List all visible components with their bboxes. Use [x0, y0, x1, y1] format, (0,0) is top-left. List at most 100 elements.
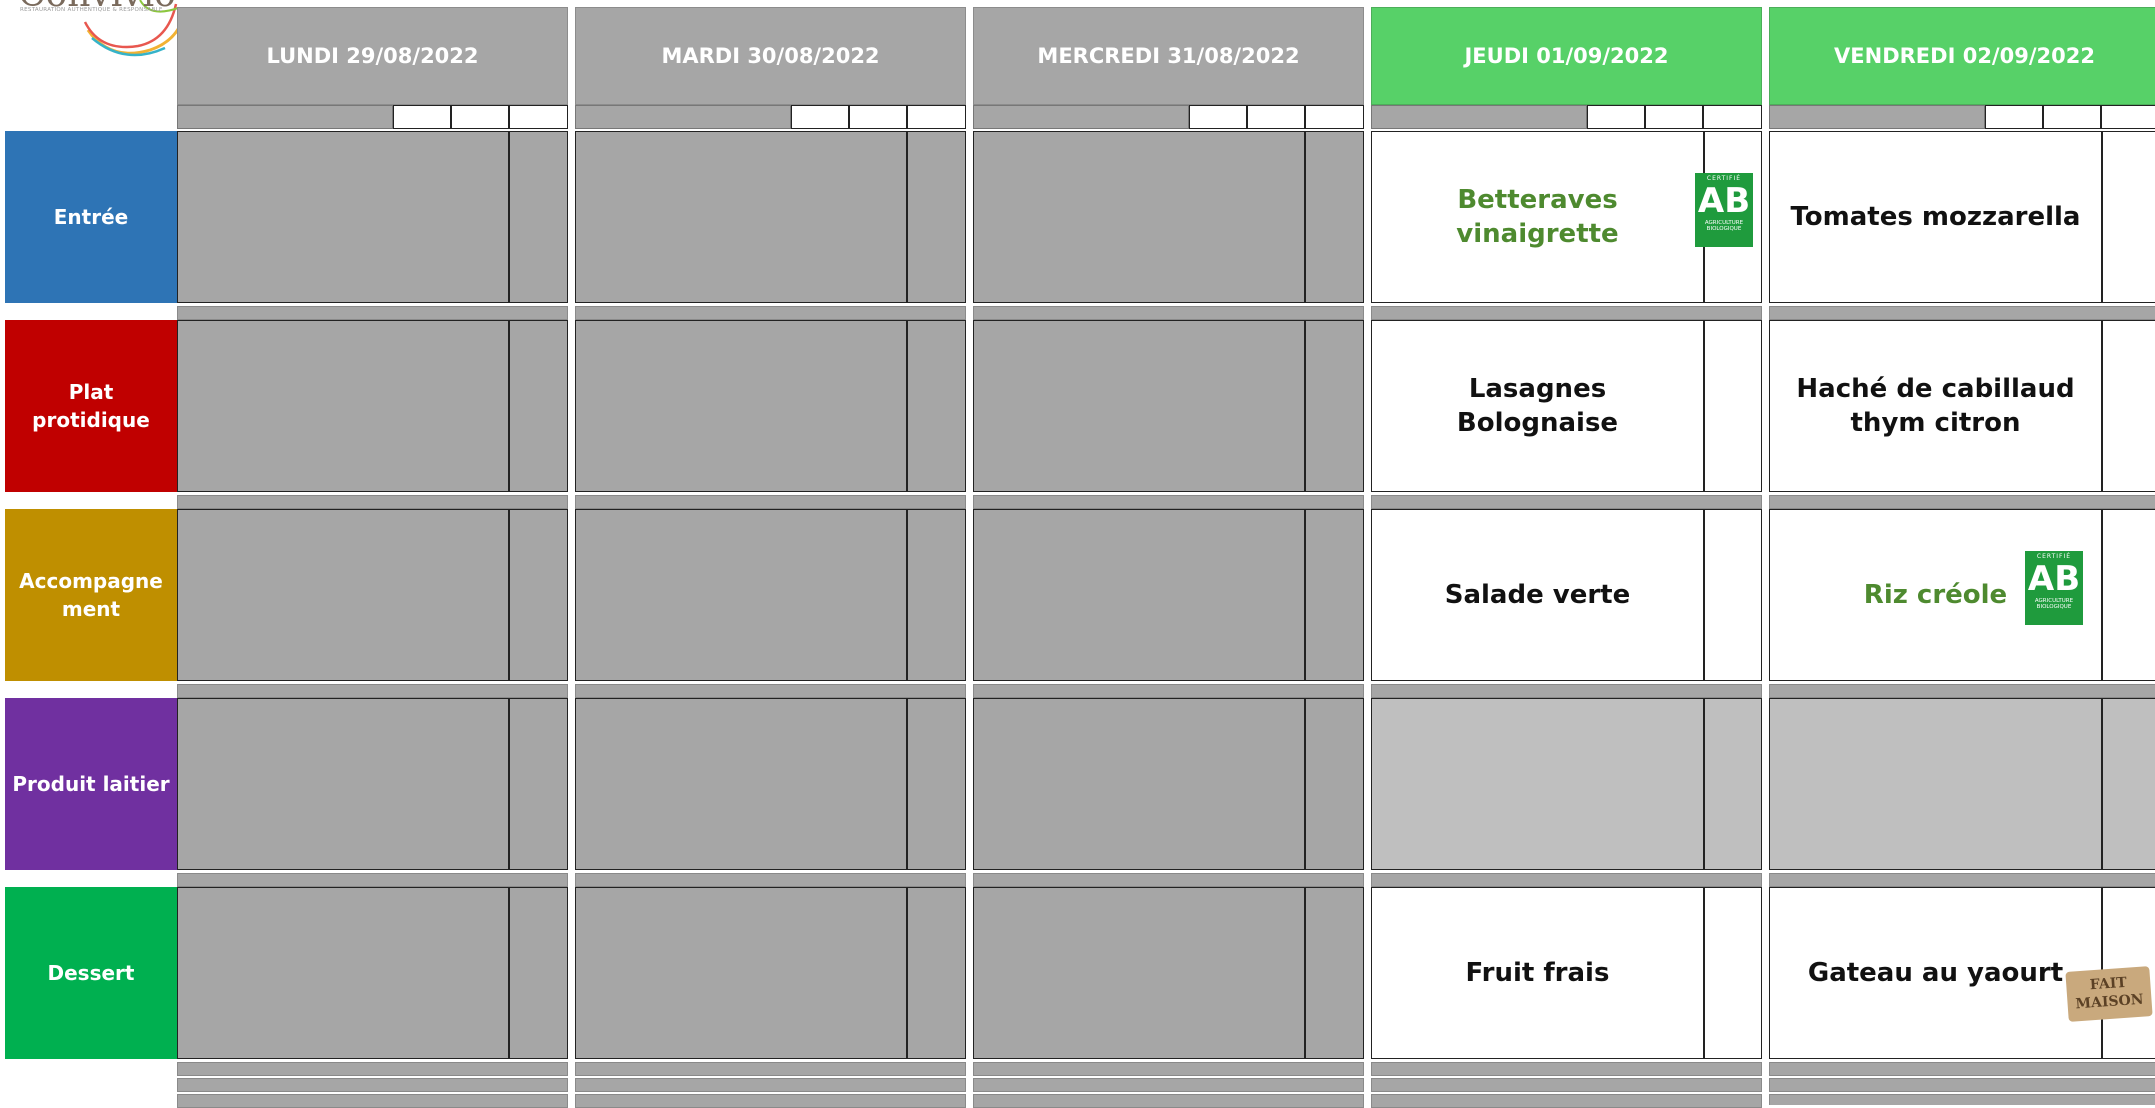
subheader-wednesday: [973, 105, 1189, 129]
subheader-box: [849, 105, 907, 129]
menu-item-dessert: Gateau au yaourt: [1769, 887, 2102, 1059]
subheader-box: [791, 105, 849, 129]
day-label: LUNDI 29/08/2022: [266, 44, 479, 68]
footer-strip: [1769, 1078, 2155, 1092]
subheader-box: [1645, 105, 1703, 129]
subheader-box: [2101, 105, 2155, 129]
menu-cell: [973, 131, 1305, 303]
subheader-box: [509, 105, 568, 129]
day-header-monday: LUNDI 29/08/2022: [177, 7, 568, 105]
row-separator: [1769, 306, 2155, 320]
menu-cell-side: [907, 509, 966, 681]
day-label: JEUDI 01/09/2022: [1464, 44, 1669, 68]
menu-cell-side: [1305, 509, 1364, 681]
row-separator: [973, 495, 1364, 509]
menu-cell-side: [1305, 131, 1364, 303]
row-separator: [1371, 873, 1762, 887]
column-monday: [177, 131, 568, 1108]
row-separator: [575, 495, 966, 509]
subheader-monday: [177, 105, 393, 129]
menu-cell: [575, 131, 907, 303]
subheader-thursday: [1371, 105, 1587, 129]
menu-cell-side: [1704, 320, 1762, 492]
subheader-box: [1985, 105, 2043, 129]
day-label: MARDI 30/08/2022: [661, 44, 880, 68]
subheader-box: [1247, 105, 1305, 129]
footer-strip: [1371, 1062, 1762, 1076]
menu-cell-side: [509, 509, 568, 681]
subheader-box: [1587, 105, 1645, 129]
ab-organic-logo: CERTIFIÉ AB AGRICULTURE BIOLOGIQUE: [2025, 551, 2083, 625]
subheader-box: [393, 105, 451, 129]
menu-item-text: Riz créole: [1863, 580, 2008, 610]
menu-item-text: Betteraves vinaigrette: [1456, 185, 1619, 249]
menu-item-text: Fruit frais: [1465, 958, 1610, 988]
menu-cell-side: [1305, 320, 1364, 492]
footer-strip: [575, 1078, 966, 1092]
footer-strip: [177, 1062, 568, 1076]
category-label: Accompagnement: [19, 569, 163, 621]
fait-maison-tag: FAIT MAISON: [2065, 966, 2153, 1022]
menu-item-plat: Lasagnes Bolognaise: [1371, 320, 1704, 492]
menu-item-dessert: Fruit frais: [1371, 887, 1704, 1059]
column-friday: Tomates mozzarella Haché de cabillaud th…: [1769, 131, 2155, 1105]
day-header-friday: VENDREDI 02/09/2022: [1769, 7, 2155, 105]
column-tuesday: [575, 131, 966, 1108]
column-wednesday: [973, 131, 1364, 1108]
row-separator: [575, 873, 966, 887]
menu-cell: [177, 320, 509, 492]
subheader-box: [2043, 105, 2101, 129]
category-label: Entrée: [53, 205, 129, 229]
menu-cell: [575, 887, 907, 1059]
footer-strip: [1769, 1094, 2155, 1105]
subheader-tuesday: [575, 105, 791, 129]
menu-cell: [973, 320, 1305, 492]
menu-item-text: Salade verte: [1444, 580, 1631, 610]
row-separator: [177, 306, 568, 320]
menu-item-produit-laitier: [1371, 698, 1704, 870]
ab-mark: AB: [2027, 559, 2081, 599]
menu-cell-side: [509, 320, 568, 492]
menu-cell: [177, 509, 509, 681]
footer-strip: [1371, 1078, 1762, 1092]
row-separator: [1769, 495, 2155, 509]
category-plat-protidique: Plat protidique: [5, 320, 177, 492]
footer-strip: [575, 1094, 966, 1108]
category-entree: Entrée: [5, 131, 177, 303]
row-separator: [1371, 306, 1762, 320]
subheader-box: [451, 105, 509, 129]
subheader-box: [1189, 105, 1247, 129]
menu-cell: [177, 698, 509, 870]
row-separator: [1371, 495, 1762, 509]
row-separator: [177, 684, 568, 698]
menu-cell-side: [1305, 887, 1364, 1059]
footer-strip: [973, 1062, 1364, 1076]
day-label: VENDREDI 02/09/2022: [1834, 44, 2095, 68]
menu-item-text: Tomates mozzarella: [1790, 202, 2081, 232]
row-separator: [973, 306, 1364, 320]
footer-strip: [1371, 1094, 1762, 1108]
footer-strip: [177, 1094, 568, 1108]
menu-item-accompagnement: Salade verte: [1371, 509, 1704, 681]
row-separator: [177, 495, 568, 509]
day-header-wednesday: MERCREDI 31/08/2022: [973, 7, 1364, 105]
category-dessert: Dessert: [5, 887, 177, 1059]
footer-strip: [575, 1062, 966, 1076]
menu-cell-side: [907, 887, 966, 1059]
menu-cell-side: [2102, 320, 2155, 492]
menu-item-text: Haché de cabillaud thym citron: [1796, 374, 2075, 438]
day-header-tuesday: MARDI 30/08/2022: [575, 7, 966, 105]
footer-strip: [1769, 1062, 2155, 1076]
subheader-box: [1305, 105, 1364, 129]
category-label: Plat protidique: [32, 380, 150, 432]
menu-cell-side: [1704, 698, 1762, 870]
menu-item-text: Lasagnes Bolognaise: [1456, 374, 1619, 438]
menu-cell-side: [907, 131, 966, 303]
subheader-box: [907, 105, 966, 129]
menu-cell-side: [2102, 509, 2155, 681]
subheader-box: [1703, 105, 1762, 129]
row-separator: [973, 684, 1364, 698]
footer-strip: [973, 1078, 1364, 1092]
row-separator: [1769, 684, 2155, 698]
menu-cell-side: [907, 320, 966, 492]
